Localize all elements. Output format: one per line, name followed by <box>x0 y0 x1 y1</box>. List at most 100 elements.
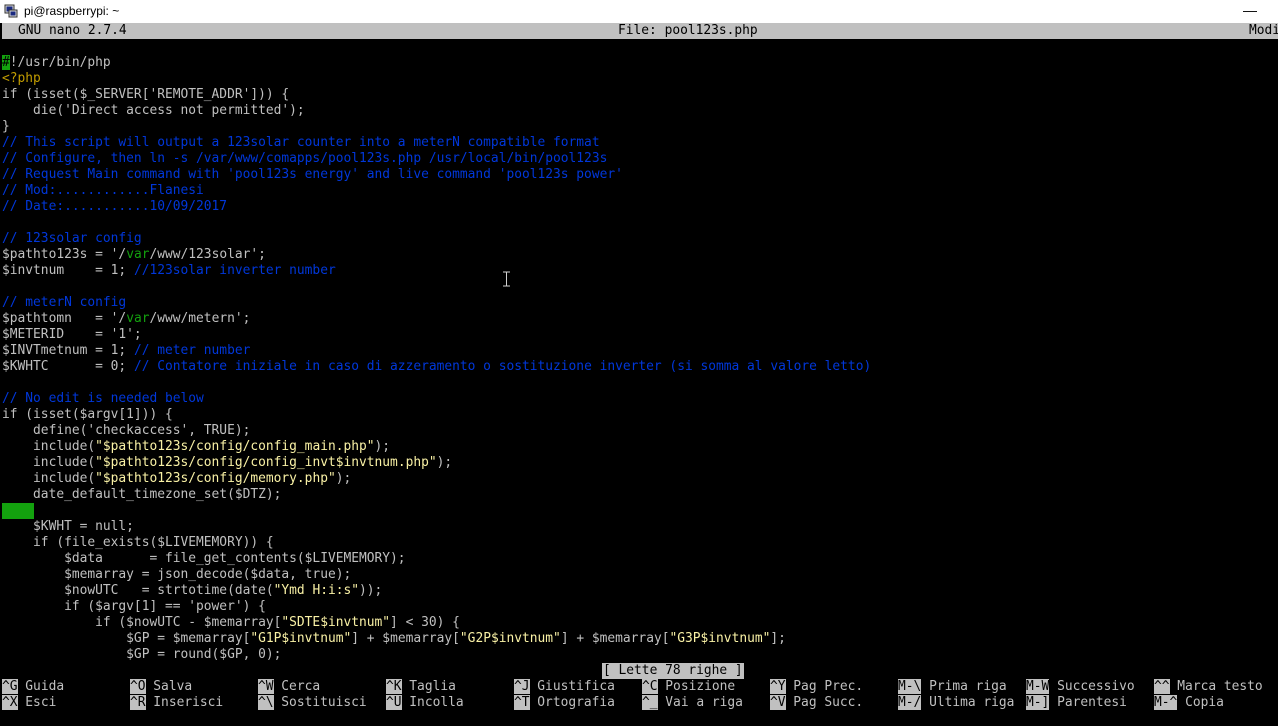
shortcut-ortografia[interactable]: ^T Ortografia <box>514 695 615 711</box>
shortcut-label: Salva <box>153 679 193 694</box>
code-comment: // meterN config <box>2 295 127 310</box>
shortcut-pag-succ[interactable]: ^V Pag Succ. <box>770 695 863 711</box>
code-line: // Date:...........10/09/2017 <box>2 199 227 215</box>
code-text: if (isset($argv[1])) { <box>2 407 173 422</box>
code-text: if (file_exists($LIVEMEMORY)) { <box>2 535 274 550</box>
code-text: $KWHTC = 0; <box>2 359 134 374</box>
code-text: ); <box>374 439 391 454</box>
code-line: <?php <box>2 71 41 87</box>
shortcut-label: Ultima riga <box>929 695 1015 710</box>
code-text: $GP = round($GP, 0); <box>2 647 282 662</box>
code-text: include( <box>2 471 96 486</box>
code-line: $memarray = json_decode($data, true); <box>2 567 351 583</box>
shortcut-copia[interactable]: M-^ Copia <box>1154 695 1224 711</box>
shortcut-guida[interactable]: ^G Guida <box>2 679 64 695</box>
shortcut-key: M-/ <box>898 695 922 710</box>
shortcut-key: M-] <box>1026 695 1050 710</box>
code-text: include( <box>2 439 96 454</box>
code-text: } <box>2 119 10 134</box>
code-line: if ($argv[1] == 'power') { <box>2 599 266 615</box>
shortcut-label: Vai a riga <box>665 695 743 710</box>
shortcut-inserisci[interactable]: ^R Inserisci <box>130 695 223 711</box>
code-comment: // meter number <box>133 343 251 358</box>
code-line: // Mod:............Flanesi <box>2 183 204 199</box>
code-comment: // Contatore iniziale in caso di azzeram… <box>133 359 872 374</box>
code-text: if ($argv[1] == 'power') { <box>2 599 266 614</box>
shortcut-label: Giustifica <box>537 679 615 694</box>
code-text: ); <box>436 455 453 470</box>
code-comment: //123solar inverter number <box>133 263 336 278</box>
shortcut-key: ^Y <box>770 679 786 694</box>
code-line: if (isset($argv[1])) { <box>2 407 173 423</box>
code-line: $KWHTC = 0; // Contatore iniziale in cas… <box>2 359 871 375</box>
code-text: /www/metern'; <box>149 311 251 326</box>
code-line: // Configure, then ln -s /var/www/comapp… <box>2 151 607 167</box>
shortcut-key: M-\ <box>898 679 922 694</box>
shortcut-key: ^X <box>2 695 18 710</box>
shortcut-label: Copia <box>1185 695 1224 710</box>
shortcut-key: M-^ <box>1154 695 1178 710</box>
code-line <box>2 503 34 519</box>
shortcut-label: Esci <box>25 695 57 710</box>
code-comment: // Date:...........10/09/2017 <box>2 199 228 214</box>
shortcut-taglia[interactable]: ^K Taglia <box>386 679 456 695</box>
shortcut-vai-a-riga[interactable]: ^_ Vai a riga <box>642 695 743 711</box>
shortcut-parentesi[interactable]: M-] Parentesi <box>1026 695 1127 711</box>
code-comment: // This script will output a 123solar co… <box>2 135 600 150</box>
string-literal: "SDTE$invtnum" <box>281 615 391 630</box>
code-text: include( <box>2 455 96 470</box>
shortcut-key: ^G <box>2 679 18 694</box>
shortcut-key: ^^ <box>1154 679 1170 694</box>
code-text: $data = file_get_contents($LIVEMEMORY); <box>2 551 406 566</box>
shortcut-incolla[interactable]: ^U Incolla <box>386 695 464 711</box>
code-text: $GP = $memarray[ <box>2 631 251 646</box>
code-text: $memarray = json_decode($data, true); <box>2 567 352 582</box>
shortcut-salva[interactable]: ^O Salva <box>130 679 192 695</box>
minimize-button[interactable]: — <box>1238 1 1262 21</box>
shortcut-label: Ortografia <box>537 695 615 710</box>
string-literal: "Ymd H:i:s" <box>273 583 360 598</box>
code-text: $invtnum = 1; <box>2 263 134 278</box>
code-line: $GP = round($GP, 0); <box>2 647 281 663</box>
code-text: $METERID = '1'; <box>2 327 142 342</box>
shortcut-successivo[interactable]: M-W Successivo <box>1026 679 1135 695</box>
code-line: } <box>2 119 10 135</box>
shortcut-key: ^R <box>130 695 146 710</box>
code-line: if ($nowUTC - $memarray["SDTE$invtnum"] … <box>2 615 460 631</box>
code-text: /www/123solar'; <box>149 247 266 262</box>
code-line: $invtnum = 1; //123solar inverter number <box>2 263 336 279</box>
code-text: if (isset($_SERVER['REMOTE_ADDR'])) { <box>2 87 290 102</box>
code-text: define('checkaccess', TRUE); <box>2 423 251 438</box>
shortcut-label: Successivo <box>1057 679 1135 694</box>
shortcut-posizione[interactable]: ^C Posizione <box>642 679 735 695</box>
shortcut-label: Incolla <box>409 695 464 710</box>
shortcut-key: ^V <box>770 695 786 710</box>
shortcut-ultima-riga[interactable]: M-/ Ultima riga <box>898 695 1014 711</box>
shortcut-giustifica[interactable]: ^J Giustifica <box>514 679 615 695</box>
shortcut-key: ^\ <box>258 695 274 710</box>
nano-version: GNU nano 2.7.4 <box>18 23 127 38</box>
code-comment: // Mod:............Flanesi <box>2 183 204 198</box>
php-tag: <?php <box>2 71 41 86</box>
path-keyword: var <box>126 311 150 326</box>
code-line: $data = file_get_contents($LIVEMEMORY); <box>2 551 406 567</box>
shortcut-label: Prima riga <box>929 679 1007 694</box>
code-comment: // Request Main command with 'pool123s e… <box>2 167 623 182</box>
code-line: include("$pathto123s/config/memory.php")… <box>2 471 351 487</box>
code-text: ); <box>335 471 352 486</box>
code-text: ]; <box>770 631 786 646</box>
code-line: if (file_exists($LIVEMEMORY)) { <box>2 535 274 551</box>
shortcut-label: Inserisci <box>153 695 224 710</box>
string-literal: "G3P$invtnum" <box>669 631 771 646</box>
shortcut-key: ^U <box>386 695 402 710</box>
shortcut-label: Pag Succ. <box>793 695 864 710</box>
shortcut-esci[interactable]: ^X Esci <box>2 695 56 711</box>
code-line: $GP = $memarray["G1P$invtnum"] + $memarr… <box>2 631 786 647</box>
shortcut-marca-testo[interactable]: ^^ Marca testo <box>1154 679 1263 695</box>
code-text: ] + $memarray[ <box>351 631 460 646</box>
shortcut-sostituisci[interactable]: ^\ Sostituisci <box>258 695 367 711</box>
shortcut-cerca[interactable]: ^W Cerca <box>258 679 320 695</box>
code-text: $pathtomn = '/ <box>2 311 127 326</box>
shortcut-pag-prec[interactable]: ^Y Pag Prec. <box>770 679 863 695</box>
shortcut-prima-riga[interactable]: M-\ Prima riga <box>898 679 1007 695</box>
